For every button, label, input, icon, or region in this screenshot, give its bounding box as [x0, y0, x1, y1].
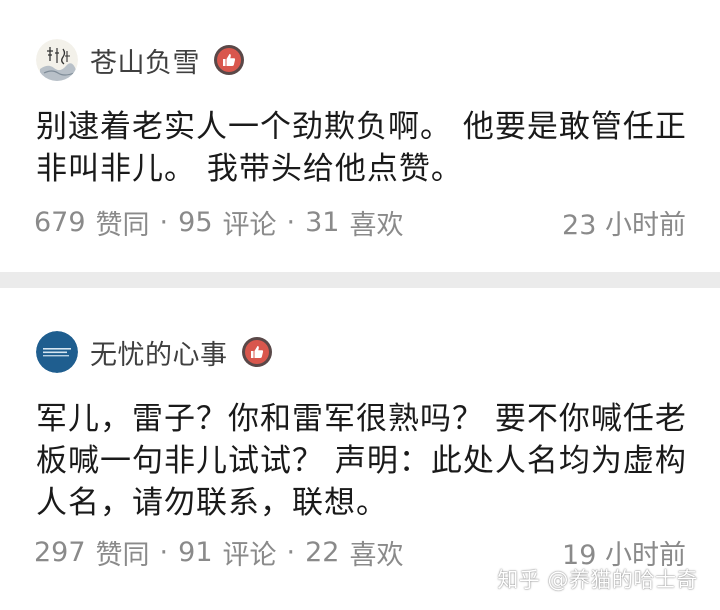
comment-line: 军儿，雷子？你和雷军很熟吗？ 要不你喊任老 — [36, 401, 687, 437]
likes-label[interactable]: 赞同 — [96, 533, 150, 572]
replies-count: 91 — [178, 536, 213, 568]
replies-count: 95 — [178, 206, 213, 238]
comment-line: 人名，请勿联系，联想。 — [36, 485, 388, 521]
comment-line: 板喊一句非儿试试？ 声明：此处人名均为虚构 — [36, 443, 687, 479]
replies-label[interactable]: 评论 — [223, 533, 277, 572]
separator-dot: · — [286, 536, 296, 568]
avatar[interactable] — [36, 39, 78, 81]
comment-meta: 679 赞同 · 95 评论 · 31 喜欢 23 小时前 — [34, 202, 686, 242]
blue-circle-text-avatar-icon — [36, 331, 78, 373]
likes-count: 679 — [34, 206, 86, 238]
replies-label[interactable]: 评论 — [223, 203, 277, 242]
thumbs-up-badge — [241, 337, 272, 367]
favorites-label[interactable]: 喜欢 — [349, 203, 403, 242]
watermark: 知乎 @养猫的哈士奇 — [497, 568, 698, 592]
avatar[interactable] — [36, 331, 78, 373]
separator-dot: · — [159, 206, 169, 238]
comment-header: 无忧的心事 — [36, 330, 272, 374]
favorites-count: 22 — [305, 536, 340, 568]
timestamp: 23 小时前 — [562, 209, 686, 241]
likes-count: 297 — [34, 536, 86, 568]
thumbs-up-icon — [250, 346, 263, 358]
author-name[interactable]: 无忧的心事 — [90, 333, 228, 372]
comment-header: 苍山负雪 — [36, 38, 244, 82]
separator-dot: · — [286, 206, 296, 238]
favorites-label[interactable]: 喜欢 — [349, 533, 403, 572]
likes-label[interactable]: 赞同 — [96, 203, 150, 242]
thumbs-up-icon — [223, 54, 236, 66]
thumbs-up-badge — [214, 45, 244, 75]
favorites-count: 31 — [305, 206, 340, 238]
comment-body: 别逮着老实人一个劲欺负啊。 他要是敢管任正 非叫非儿。 我带头给他点赞。 — [36, 106, 696, 190]
separator-dot: · — [159, 536, 169, 568]
comment-line: 别逮着老实人一个劲欺负啊。 他要是敢管任正 — [36, 109, 687, 145]
author-name[interactable]: 苍山负雪 — [90, 41, 200, 80]
comment-line: 非叫非儿。 我带头给他点赞。 — [36, 151, 463, 187]
calligraphy-ink-avatar-icon — [36, 39, 78, 81]
comment-body: 军儿，雷子？你和雷军很熟吗？ 要不你喊任老 板喊一句非儿试试？ 声明：此处人名均… — [36, 398, 696, 524]
